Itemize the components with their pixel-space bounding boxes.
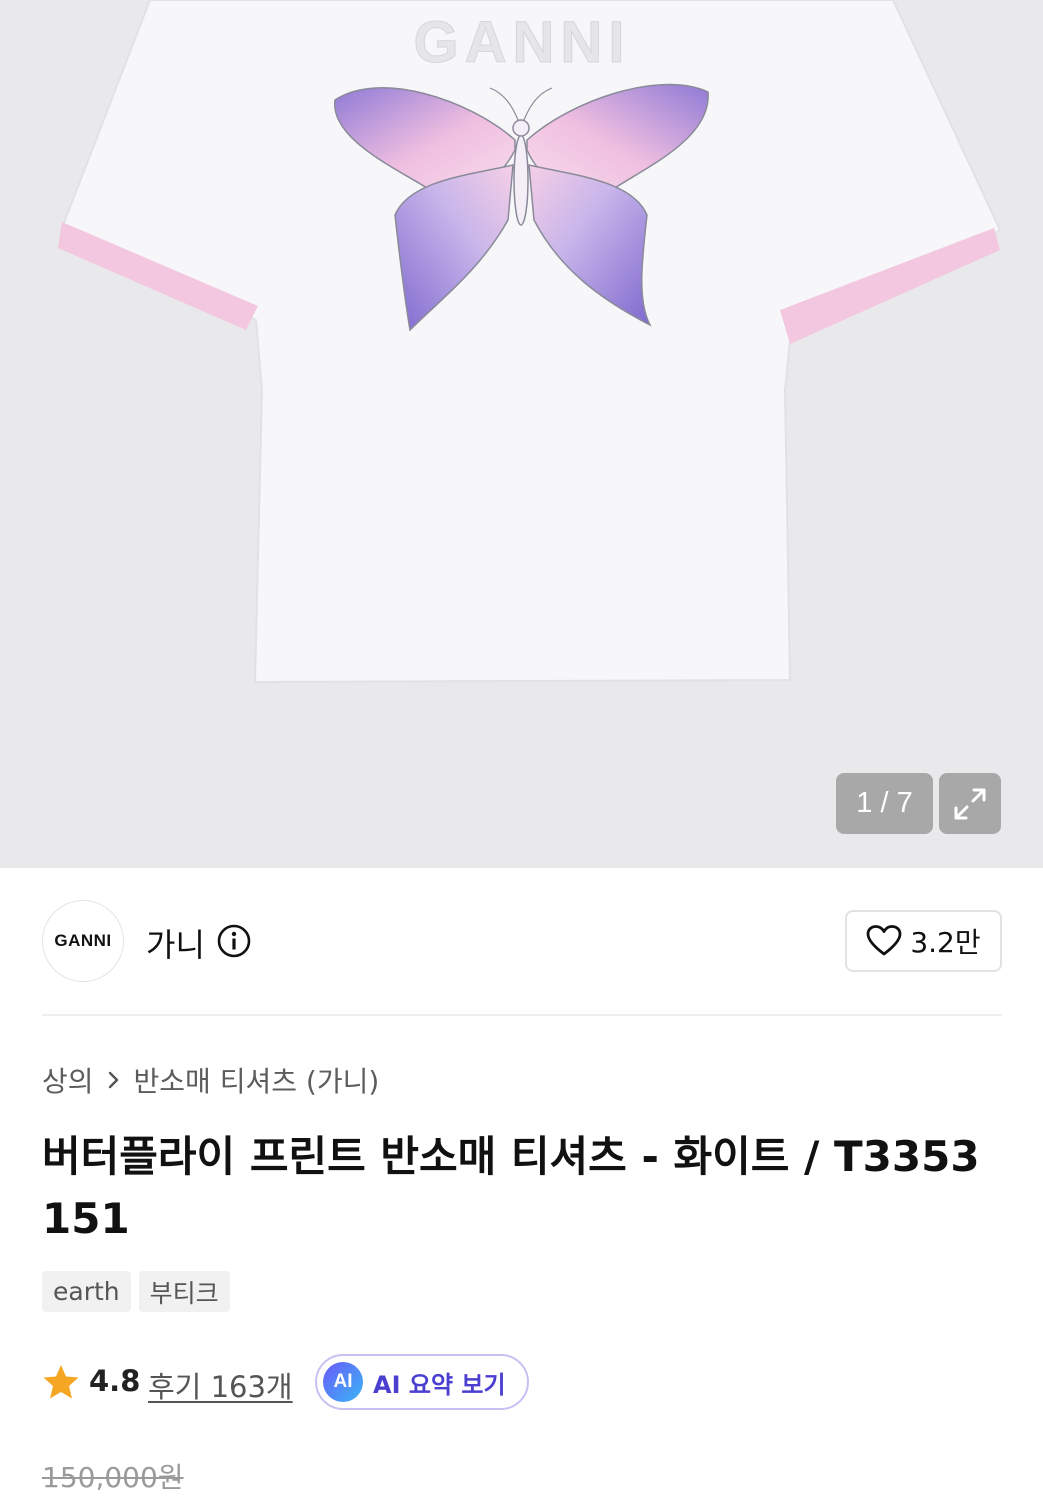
breadcrumb-subcategory[interactable]: 반소매 티셔츠 (가니) [134,1060,380,1100]
like-button[interactable]: 3.2만 [845,910,1002,972]
product-tags: earth 부티크 [42,1271,230,1312]
rating-row: 4.8 후기 163개 AI AI 요약 보기 [42,1354,1002,1410]
tag-boutique[interactable]: 부티크 [138,1271,230,1312]
product-image-gallery[interactable]: GANNI 1 / 7 [0,0,1043,868]
reviews-link[interactable]: 후기 163개 [148,1364,293,1406]
brand-logo[interactable]: GANNI [42,900,124,982]
image-counter: 1 / 7 [836,773,933,834]
breadcrumb-category[interactable]: 상의 [42,1060,94,1100]
expand-icon [954,788,986,819]
like-count: 3.2만 [910,926,981,959]
breadcrumb: 상의 반소매 티셔츠 (가니) [42,1060,379,1100]
product-photo: GANNI [58,0,1002,684]
divider [42,1014,1002,1016]
star-icon [43,1365,79,1399]
info-icon[interactable] [216,923,252,959]
expand-button[interactable] [939,773,1001,834]
heart-icon [866,925,902,956]
ai-summary-label: AI 요약 보기 [373,1370,506,1399]
ai-summary-button[interactable]: AI AI 요약 보기 [315,1354,529,1410]
brand-name[interactable]: 가니 [146,920,205,966]
chevron-right-icon [108,1071,118,1089]
tag-earth[interactable]: earth [42,1271,131,1312]
original-price: 150,000원 [42,1461,184,1494]
brand-logo-text: GANNI [54,931,112,950]
brand-row: GANNI 가니 3.2만 [42,900,1002,982]
product-title: 버터플라이 프린트 반소매 티셔츠 - 화이트 / T3353151 [42,1132,980,1243]
svg-text:GANNI: GANNI [414,10,631,75]
ai-icon: AI [323,1362,363,1402]
rating-value: 4.8 [89,1364,141,1398]
